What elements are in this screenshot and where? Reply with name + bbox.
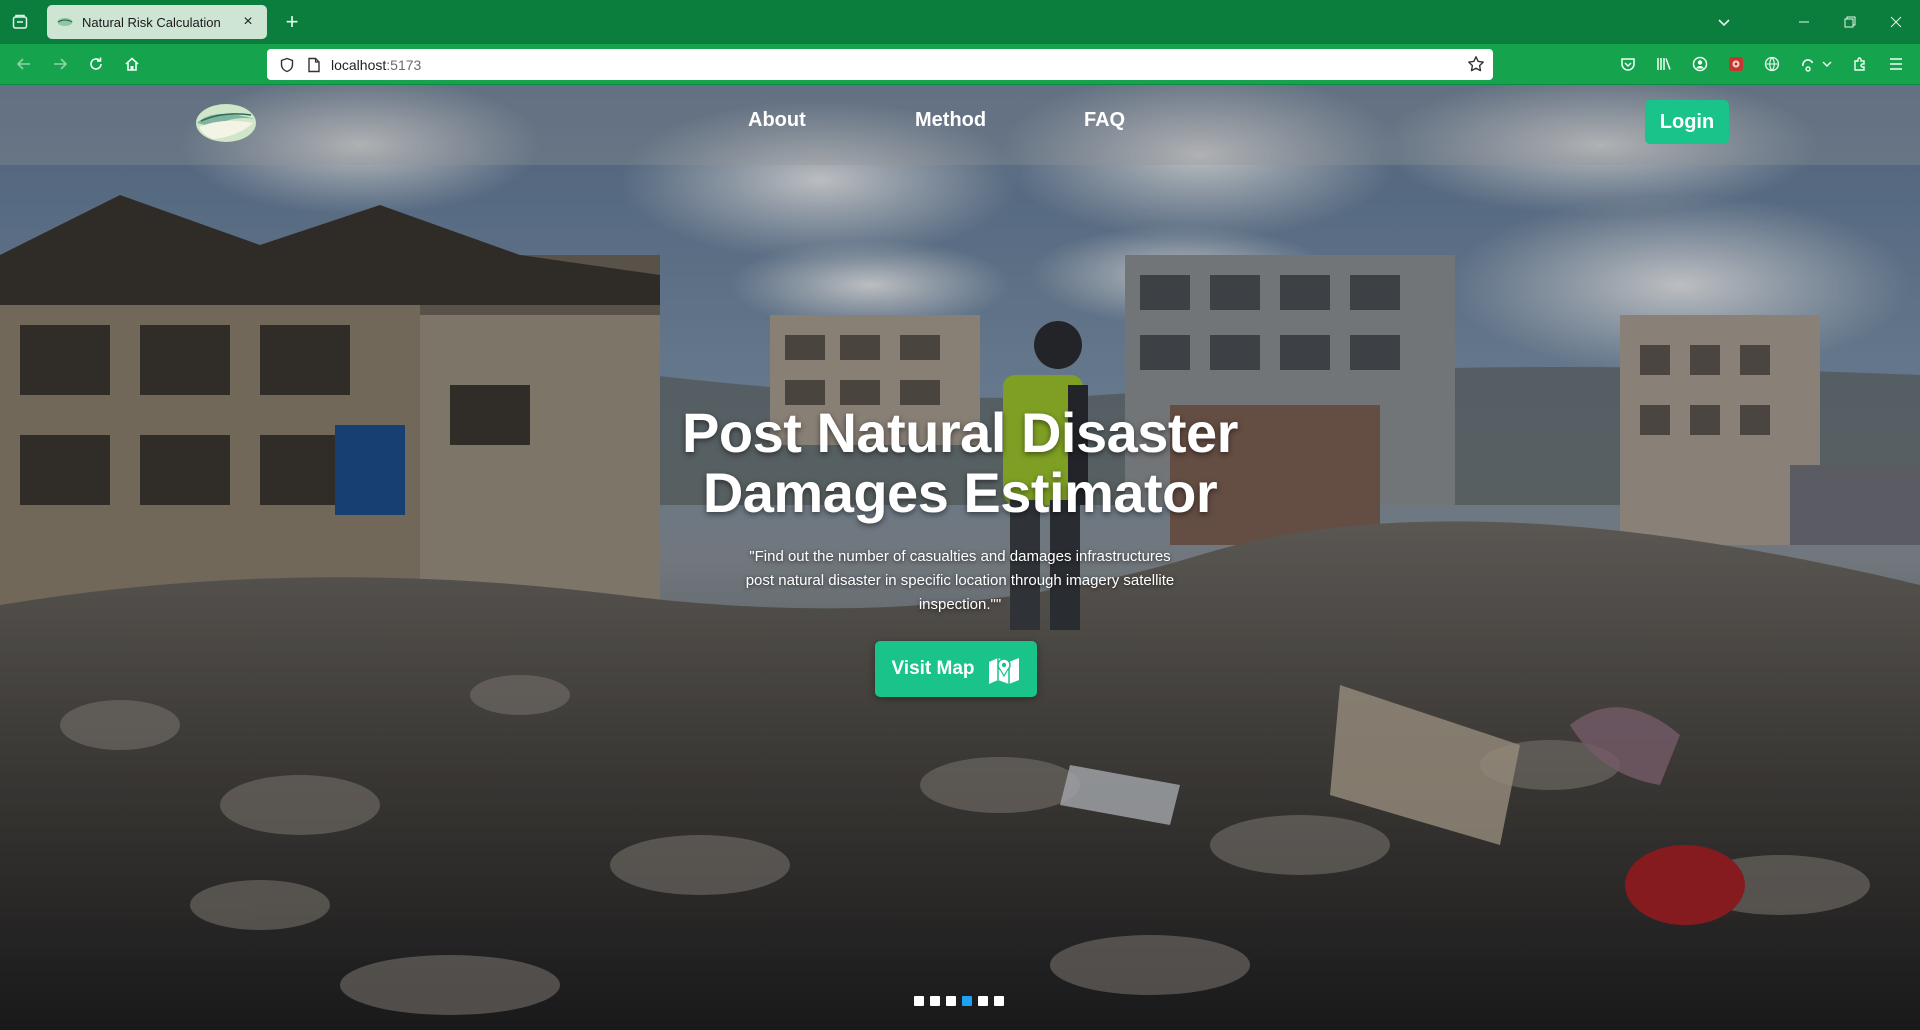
tab-overflow-chevron-icon[interactable] — [1712, 10, 1736, 34]
visit-map-label: Visit Map — [891, 658, 975, 679]
carousel-indicators — [914, 996, 1004, 1006]
hero-title-line-1: Post Natural Disaster — [682, 401, 1238, 464]
minimize-icon[interactable] — [1792, 10, 1816, 34]
sync-dropdown-chevron-icon[interactable] — [1820, 52, 1834, 76]
hamburger-menu-icon[interactable] — [1884, 52, 1908, 76]
library-icon[interactable] — [1652, 52, 1676, 76]
back-arrow-icon[interactable] — [12, 52, 36, 76]
carousel-dot[interactable] — [994, 996, 1004, 1006]
browser-tab-bar: Natural Risk Calculation × + — [0, 0, 1920, 44]
tab-title: Natural Risk Calculation — [82, 14, 221, 30]
site-logo[interactable] — [193, 101, 259, 145]
nav-link-faq[interactable]: FAQ — [1084, 109, 1125, 132]
site-header: About Method FAQ Login — [0, 85, 1920, 165]
restore-icon[interactable] — [1838, 10, 1862, 34]
carousel-dot[interactable] — [914, 996, 924, 1006]
hero-title-line-2: Damages Estimator — [702, 461, 1218, 524]
pocket-icon[interactable] — [1616, 52, 1640, 76]
new-tab-button[interactable]: + — [280, 10, 304, 34]
browser-tab[interactable]: Natural Risk Calculation × — [47, 5, 267, 39]
tab-list-icon[interactable] — [8, 10, 32, 34]
carousel-dot[interactable] — [978, 996, 988, 1006]
page-icon[interactable] — [307, 57, 321, 73]
url-text: localhost:5173 — [331, 56, 422, 73]
hero-title: Post Natural Disaster Damages Estimator — [460, 403, 1460, 523]
browser-nav-bar: localhost:5173 — [0, 44, 1920, 85]
nav-link-method[interactable]: Method — [915, 109, 986, 132]
extension-red-icon[interactable] — [1724, 52, 1748, 76]
site-favicon-icon — [57, 18, 73, 26]
forward-arrow-icon[interactable] — [48, 52, 72, 76]
address-bar[interactable]: localhost:5173 — [267, 49, 1493, 80]
extensions-puzzle-icon[interactable] — [1848, 52, 1872, 76]
visit-map-button[interactable]: Visit Map — [875, 641, 1037, 697]
map-marker-icon — [988, 658, 1019, 684]
home-icon[interactable] — [120, 52, 144, 76]
tab-close-icon[interactable]: × — [239, 13, 257, 31]
account-icon[interactable] — [1688, 52, 1712, 76]
nav-link-about[interactable]: About — [748, 109, 806, 132]
login-button[interactable]: Login — [1645, 100, 1729, 144]
carousel-dot[interactable] — [962, 996, 972, 1006]
bookmark-star-icon[interactable] — [1467, 55, 1485, 73]
hero-subtitle: "Find out the number of casualties and d… — [745, 548, 1175, 613]
sync-icon[interactable] — [1796, 52, 1820, 76]
close-window-icon[interactable] — [1884, 10, 1908, 34]
carousel-dot[interactable] — [930, 996, 940, 1006]
reload-icon[interactable] — [84, 52, 108, 76]
shield-icon[interactable] — [279, 57, 295, 73]
globe-extension-icon[interactable] — [1760, 52, 1784, 76]
web-page: About Method FAQ Login Post Natural Disa… — [0, 85, 1920, 1030]
carousel-dot[interactable] — [946, 996, 956, 1006]
